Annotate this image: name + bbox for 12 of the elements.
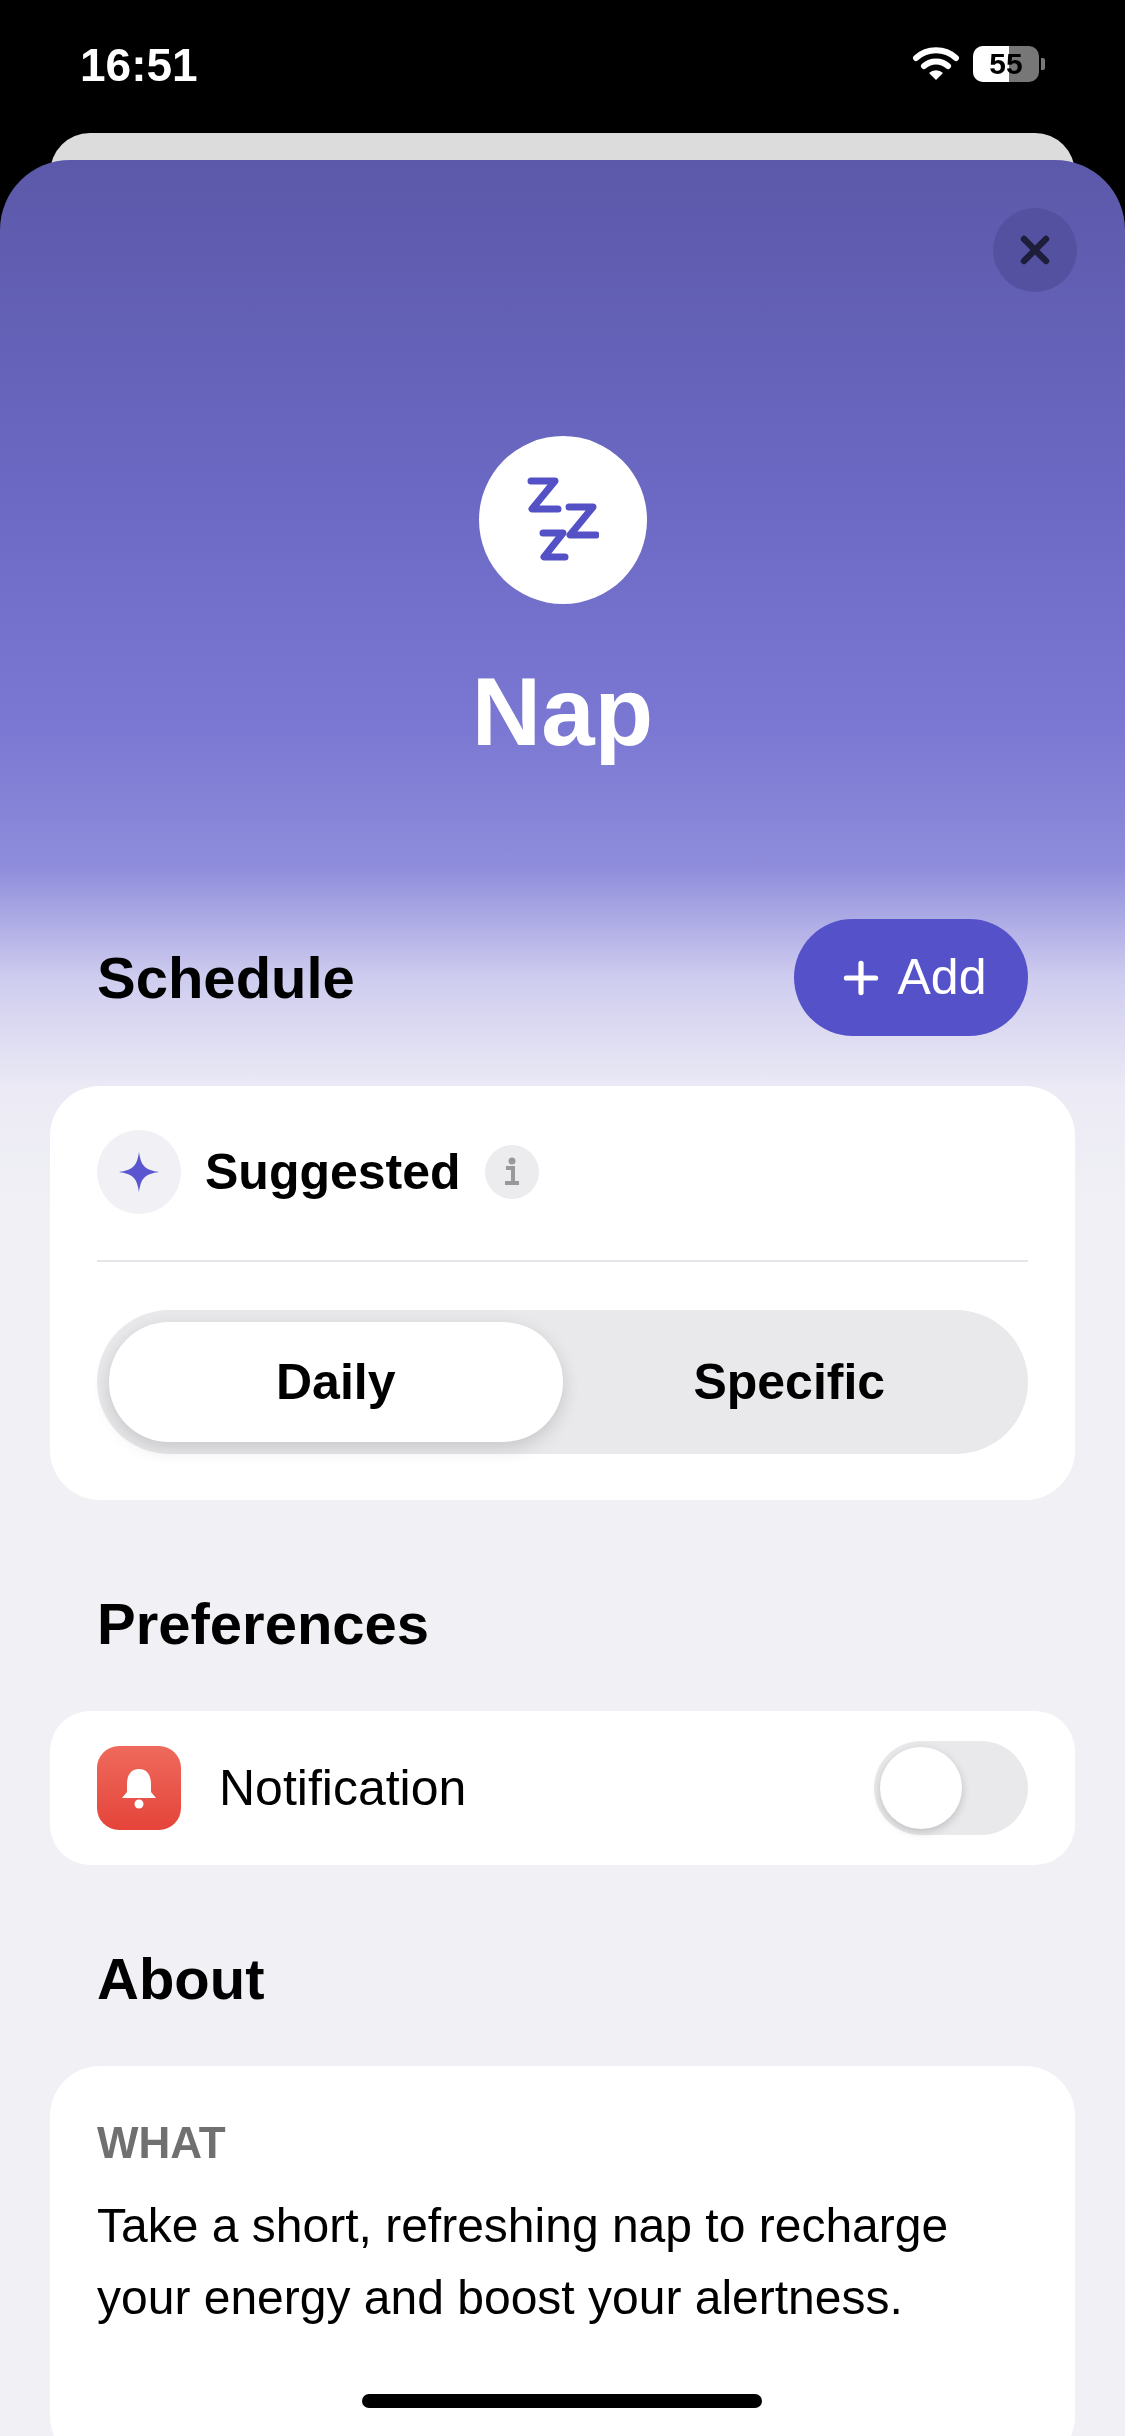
status-time: 16:51 — [80, 42, 198, 88]
segment-tab[interactable]: Specific — [562, 1322, 1016, 1443]
section-heading: Schedule — [97, 944, 355, 1013]
section-heading: About — [96, 1945, 266, 2014]
section-heading: Preferences — [96, 1590, 431, 1659]
sheet-title: Nap — [471, 657, 654, 767]
section-label: WHAT — [97, 2117, 227, 2170]
notification-label: Notification — [219, 1758, 468, 1818]
about-description: Take a short, refreshing nap to recharge your energy and boost your alertness. — [97, 2198, 950, 2327]
segment-tab[interactable]: Daily — [109, 1322, 563, 1443]
suggested-label: Suggested — [205, 1142, 461, 1202]
add-button[interactable]: Add — [794, 919, 1028, 1037]
